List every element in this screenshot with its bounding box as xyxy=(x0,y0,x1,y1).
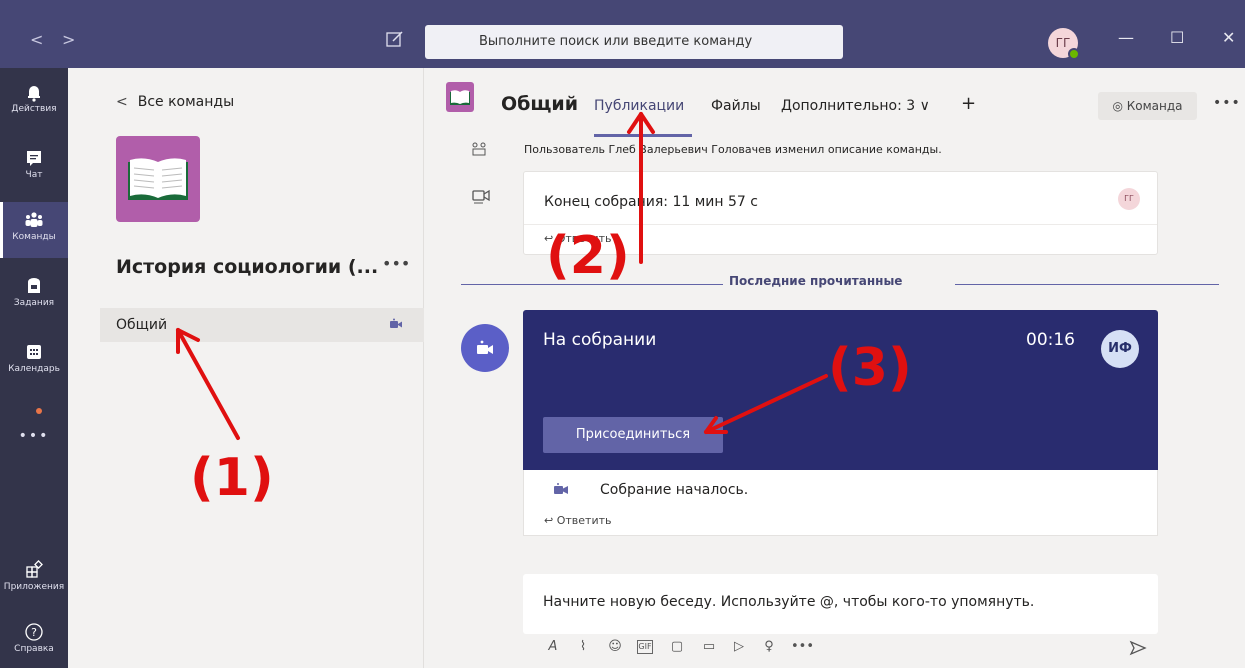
rail-label: Задания xyxy=(13,298,55,308)
rail-item-activity[interactable]: Действия xyxy=(0,74,68,130)
header-more-button[interactable]: ••• xyxy=(1213,95,1241,111)
rail-item-chat[interactable]: Чат xyxy=(0,140,68,196)
more-options-icon[interactable]: ••• xyxy=(791,637,814,657)
minimize-button[interactable]: — xyxy=(1118,28,1134,47)
video-camera-icon xyxy=(390,318,402,328)
video-camera-icon xyxy=(554,483,568,494)
team-panel: < Все команды История социологии (... •••… xyxy=(68,68,424,668)
divider xyxy=(524,224,1157,225)
meeting-icon-circle xyxy=(461,324,509,372)
annotation-label-1: (1) xyxy=(190,448,274,508)
teams-icon xyxy=(25,212,43,227)
gif-icon[interactable]: GIF xyxy=(637,640,653,654)
meeting-end-text: Конец собрания: 11 мин 57 с xyxy=(544,194,758,210)
stream-icon[interactable]: ▷ xyxy=(729,637,749,657)
maximize-button[interactable]: ☐ xyxy=(1170,28,1184,47)
search-input[interactable]: Выполните поиск или введите команду xyxy=(425,25,843,59)
rail-label: Справка xyxy=(14,644,54,654)
bell-icon xyxy=(28,86,40,102)
rail-item-calendar[interactable]: Календарь xyxy=(0,334,68,390)
channel-header: Общий Публикации Файлы Дополнительно: 3 … xyxy=(425,68,1245,140)
meeting-status: Собрание началось. ↩ Ответить xyxy=(523,470,1158,536)
calendar-icon xyxy=(27,345,41,359)
close-button[interactable]: ✕ xyxy=(1222,28,1235,47)
channel-label: Общий xyxy=(116,317,168,333)
tab-files[interactable]: Файлы xyxy=(711,98,761,114)
rail-item-help[interactable]: ? Справка xyxy=(0,614,68,668)
team-logo xyxy=(116,136,200,222)
title-bar: < > Выполните поиск или введите команду … xyxy=(0,0,1245,68)
tab-posts[interactable]: Публикации xyxy=(594,98,684,114)
team-more-button[interactable]: ••• xyxy=(382,254,410,273)
meeting-timer: 00:16 xyxy=(1026,330,1075,350)
all-teams-label: Все команды xyxy=(137,94,235,110)
team-button[interactable]: ◎ Команда xyxy=(1098,92,1197,120)
rail-label: Приложения xyxy=(3,582,65,592)
team-change-icon xyxy=(472,142,486,156)
active-tab-indicator xyxy=(594,134,692,137)
all-teams-link[interactable]: < Все команды xyxy=(116,94,234,110)
presence-available-icon xyxy=(1068,48,1080,60)
compose-input[interactable]: Начните новую беседу. Используйте @, что… xyxy=(523,574,1158,634)
add-tab-button[interactable]: + xyxy=(961,93,976,114)
last-read-label: Последние прочитанные xyxy=(729,274,903,288)
video-camera-icon xyxy=(477,340,493,354)
attach-icon[interactable]: ⌇ xyxy=(573,637,593,657)
rail-item-assignments[interactable]: Задания xyxy=(0,268,68,324)
chat-icon xyxy=(27,151,41,166)
send-icon[interactable] xyxy=(1129,639,1147,657)
meeting-started-text: Собрание началось. xyxy=(600,482,749,498)
participant-avatar: ИФ xyxy=(1101,330,1139,368)
back-arrow-icon[interactable]: < xyxy=(30,30,43,49)
channel-item-general[interactable]: Общий xyxy=(100,308,424,342)
forward-arrow-icon[interactable]: > xyxy=(62,30,75,49)
rail-label: Чат xyxy=(25,170,43,180)
book-icon xyxy=(128,158,188,200)
emoji-icon[interactable]: ☺ xyxy=(605,637,625,657)
annotation-label-3: (3) xyxy=(828,338,912,398)
team-name: История социологии (... xyxy=(116,256,379,278)
rail-label: Команды xyxy=(12,232,56,242)
last-read-line xyxy=(955,284,1219,285)
notification-dot xyxy=(36,408,42,414)
book-icon xyxy=(450,90,470,105)
app-rail: Действия Чат Команды Задания Календарь •… xyxy=(0,68,68,668)
rail-label: Календарь xyxy=(8,364,60,374)
meeting-title: На собрании xyxy=(543,330,657,350)
assignments-icon xyxy=(28,278,40,293)
sticker-icon[interactable]: ▢ xyxy=(667,637,687,657)
rail-label: Действия xyxy=(11,104,57,114)
avatar: ГГ xyxy=(1118,188,1140,210)
help-icon: ? xyxy=(25,623,43,641)
chevron-left-icon: < xyxy=(116,94,128,110)
rail-more-button[interactable]: ••• xyxy=(0,428,68,444)
praise-icon[interactable]: ♀ xyxy=(759,637,779,657)
system-message: Пользователь Глеб Валерьевич Головачев и… xyxy=(524,143,942,156)
compose-icon[interactable] xyxy=(386,30,404,48)
rail-item-apps[interactable]: Приложения xyxy=(0,552,68,608)
annotation-label-2: (2) xyxy=(546,226,630,286)
svg-text:?: ? xyxy=(31,626,37,639)
join-meeting-button[interactable]: Присоединиться xyxy=(543,417,723,453)
compose-placeholder: Начните новую беседу. Используйте @, что… xyxy=(543,594,1035,610)
meet-now-icon[interactable]: ▭ xyxy=(699,637,719,657)
rail-item-teams[interactable]: Команды xyxy=(0,202,68,258)
meeting-ended-icon xyxy=(472,189,490,204)
channel-logo xyxy=(446,82,474,112)
apps-icon xyxy=(26,560,43,578)
tab-more[interactable]: Дополнительно: 3 ∨ xyxy=(781,98,930,114)
format-icon[interactable]: A xyxy=(543,637,563,657)
reply-button[interactable]: ↩ Ответить xyxy=(544,514,611,527)
channel-title: Общий xyxy=(501,93,579,115)
